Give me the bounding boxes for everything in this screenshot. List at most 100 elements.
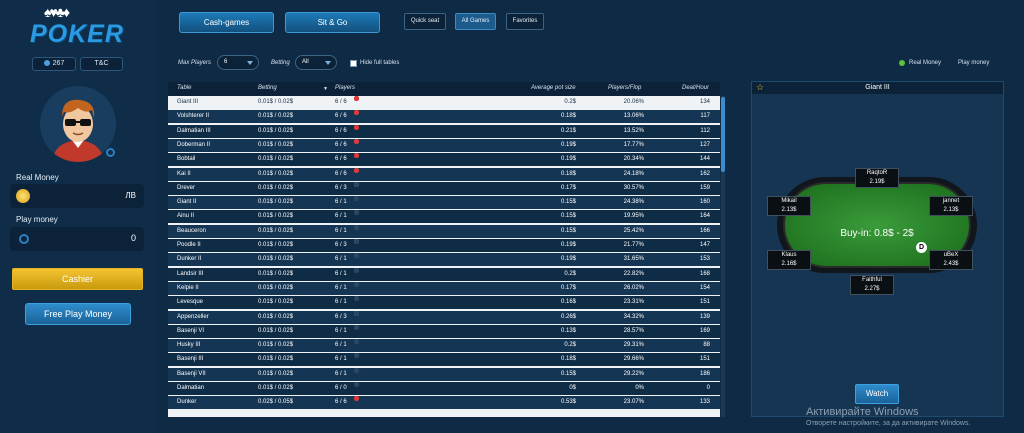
table-row[interactable]: Basenji III 0.01$ / 0.02$ 6 / 1 0.18$ 29.66%…	[168, 353, 720, 367]
table-row[interactable]: Basenji VII 0.01$ / 0.02$ 6 / 1 0.15$ 29.22%…	[168, 367, 720, 381]
empty-seat-icon	[354, 353, 359, 359]
table-row[interactable]: Dunker 0.02$ / 0.05$ 6 / 6 0.53$ 23.07% 133	[168, 396, 720, 410]
quick-seat-button[interactable]: Quick seat	[404, 13, 446, 30]
table-row[interactable]: Basenji VI 0.01$ / 0.02$ 6 / 1 0.13$ 28.57% 1…	[168, 324, 720, 338]
table-row[interactable]: Husky III 0.01$ / 0.02$ 6 / 1 0.2$ 29.31% 88	[168, 339, 720, 353]
col-players[interactable]: Players	[335, 85, 355, 91]
all-games-button[interactable]: All Games	[455, 13, 496, 30]
table-row[interactable]: Poodle II 0.01$ / 0.02$ 6 / 3 0.19$ 21.77% 14…	[168, 239, 720, 252]
tab-cash-games[interactable]: Cash-games	[179, 12, 274, 33]
row-deal-hour: 154	[699, 284, 710, 291]
row-players-flop: 23.31%	[623, 299, 644, 306]
table-row[interactable]: Kai II 0.01$ / 0.02$ 6 / 6 0.18$ 24.18% 162	[168, 167, 720, 181]
watch-button[interactable]: Watch	[855, 384, 899, 404]
table-row[interactable]: Levesque 0.01$ / 0.02$ 6 / 1 0.16$ 23.31% 151	[168, 296, 720, 310]
table-row[interactable]: Beauceron 0.01$ / 0.02$ 6 / 1 0.15$ 25.42% 16…	[168, 224, 720, 238]
row-betting: 0.01$ / 0.02$	[258, 370, 294, 377]
empty-seat-icon	[354, 267, 359, 273]
tc-button[interactable]: T&C	[80, 57, 123, 71]
col-players-flop[interactable]: Players/Flop	[608, 85, 641, 91]
player-seat[interactable]: jannet 2.13$	[929, 196, 973, 216]
favorite-star-icon[interactable]: ☆	[756, 81, 764, 93]
table-row[interactable]: Dalmatian III 0.01$ / 0.02$ 6 / 6 0.21$ 13.5…	[168, 124, 720, 138]
row-players: 6 / 1	[335, 356, 347, 363]
table-row[interactable]: Landsir III 0.01$ / 0.02$ 6 / 1 0.2$ 22.82% 1…	[168, 267, 720, 281]
logo-text: POKER	[30, 20, 124, 48]
col-betting[interactable]: Betting	[258, 85, 277, 91]
table-row[interactable]: Appenzeller 0.01$ / 0.02$ 6 / 3 0.26$ 34.32%…	[168, 310, 720, 324]
table-row[interactable]: Kelpie II 0.01$ / 0.02$ 6 / 1 0.17$ 26.02% 15…	[168, 281, 720, 295]
table-row[interactable]: Bobtail 0.01$ / 0.02$ 6 / 6 0.19$ 20.34% 144	[168, 153, 720, 167]
tab-sit-and-go[interactable]: Sit & Go	[285, 12, 380, 33]
row-deal-hour: 164	[699, 213, 710, 220]
col-table[interactable]: Table	[177, 85, 191, 91]
empty-seat-icon	[354, 382, 359, 387]
hide-full-tables-checkbox[interactable]	[350, 60, 357, 67]
free-play-money-button[interactable]: Free Play Money	[25, 303, 131, 325]
row-betting: 0.01$ / 0.02$	[258, 113, 294, 120]
cashier-button[interactable]: Cashier	[12, 268, 143, 290]
table-row[interactable]: Ainu II 0.01$ / 0.02$ 6 / 1 0.15$ 19.95% 164	[168, 210, 720, 224]
row-betting: 0.01$ / 0.02$	[258, 270, 294, 277]
row-table-name: Dalmatian	[177, 385, 205, 391]
table-row[interactable]: Doberman II 0.01$ / 0.02$ 6 / 6 0.19$ 17.77%…	[168, 138, 720, 152]
col-deal-hour[interactable]: Deal/Hour	[682, 85, 709, 91]
row-table-name: Basenji VII	[177, 370, 206, 377]
online-count: 267	[32, 57, 76, 71]
empty-seat-icon	[354, 339, 359, 345]
play-money-toggle[interactable]: Play money	[958, 60, 989, 66]
avatar[interactable]	[40, 86, 116, 162]
betting-select[interactable]: All	[295, 55, 337, 70]
row-betting: 0.01$ / 0.02$	[258, 356, 294, 363]
empty-seat-icon	[354, 296, 359, 302]
player-seat[interactable]: RaqtoR 2.19$	[855, 168, 899, 188]
player-seat[interactable]: uBeX 2.43$	[929, 250, 973, 270]
table-row[interactable]: Giant II 0.01$ / 0.02$ 6 / 1 0.15$ 24.38% 160	[168, 196, 720, 210]
favorites-button[interactable]: Favorites	[506, 13, 544, 30]
row-table-name: Landsir III	[177, 270, 204, 277]
row-deal-hour: 134	[699, 99, 710, 105]
empty-seat-icon	[354, 239, 359, 244]
row-players-flop: 26.02%	[623, 284, 644, 291]
col-avg-pot[interactable]: Average pot size	[531, 85, 576, 91]
row-players: 6 / 1	[335, 270, 347, 277]
real-money-indicator	[899, 60, 905, 66]
row-players: 6 / 3	[335, 313, 347, 320]
player-name: Klaus	[781, 252, 797, 258]
table-row[interactable]: Dunker II 0.01$ / 0.02$ 6 / 1 0.19$ 31.65% 15…	[168, 253, 720, 267]
table-row[interactable]: Volshterer II 0.01$ / 0.02$ 6 / 6 0.18$ 13.0…	[168, 110, 720, 124]
max-players-select[interactable]: 6	[217, 55, 259, 70]
play-money-balance: 0	[10, 227, 144, 251]
table-row[interactable]: Drever 0.01$ / 0.02$ 6 / 3 0.17$ 30.57% 159	[168, 181, 720, 195]
row-betting: 0.01$ / 0.02$	[258, 313, 294, 320]
table-row[interactable]: Dalmatian 0.01$ / 0.02$ 6 / 0 0$ 0% 0	[168, 382, 720, 395]
windows-watermark-text: Отворете настройките, за да активирате W…	[806, 420, 971, 427]
row-table-name: Giant II	[177, 199, 197, 206]
scrollbar-thumb[interactable]	[721, 97, 725, 172]
row-players: 6 / 0	[335, 385, 347, 391]
row-table-name: Dalmatian III	[177, 127, 211, 134]
user-icon	[43, 60, 50, 67]
row-betting: 0.01$ / 0.02$	[258, 284, 294, 291]
row-betting: 0.01$ / 0.02$	[258, 141, 294, 148]
row-deal-hour: 168	[699, 270, 710, 277]
row-players-flop: 13.52%	[623, 127, 644, 134]
row-players: 6 / 1	[335, 370, 347, 377]
player-seat[interactable]: Mikail 2.13$	[767, 196, 811, 216]
row-avg-pot: 0.19$	[560, 141, 576, 148]
row-avg-pot: 0.19$	[560, 242, 576, 248]
row-avg-pot: 0.21$	[560, 127, 576, 134]
row-avg-pot: 0.16$	[560, 299, 576, 306]
row-deal-hour: 151	[699, 356, 710, 363]
row-deal-hour: 0	[706, 385, 710, 391]
real-money-toggle[interactable]: Real Money	[909, 60, 941, 66]
player-seat[interactable]: Faithful 2.27$	[850, 275, 894, 295]
row-betting: 0.01$ / 0.02$	[258, 127, 294, 134]
real-money-label: Real Money	[16, 173, 59, 182]
row-players: 6 / 1	[335, 213, 347, 220]
table-row[interactable]: Giant III 0.01$ / 0.02$ 6 / 6 0.2$ 20.06% 134	[168, 96, 720, 109]
player-seat[interactable]: Klaus 2.16$	[767, 250, 811, 270]
row-deal-hour: 151	[699, 299, 710, 306]
avatar-settings-icon[interactable]	[106, 148, 115, 157]
row-deal-hour: 117	[700, 113, 710, 120]
